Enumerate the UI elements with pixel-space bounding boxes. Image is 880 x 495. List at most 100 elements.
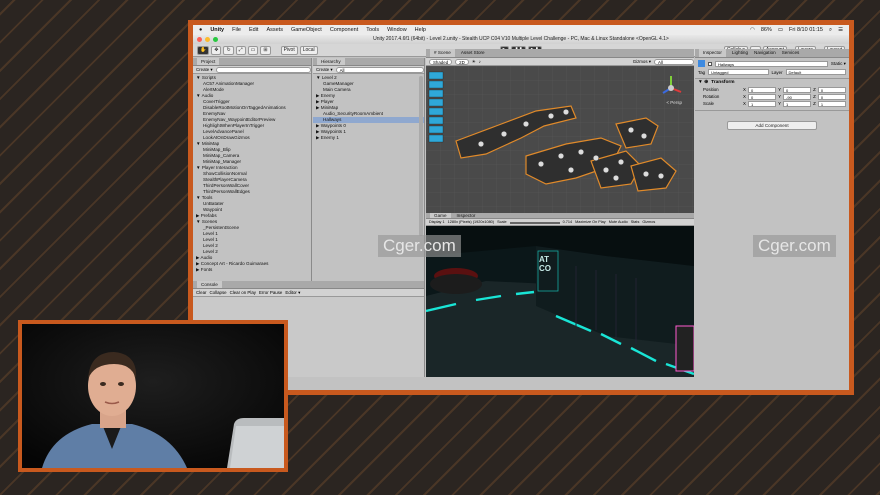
apple-icon[interactable]: ● — [199, 27, 202, 33]
wifi-icon[interactable]: ◠ — [750, 27, 755, 33]
menu-component[interactable]: Component — [330, 27, 358, 33]
transform-fields: Position X 0 Y 0 Z 0 Rotation X 0 Y -90 Z 0 Scale X 1 Y 1 Z… — [695, 86, 849, 107]
tab-scene[interactable]: # Scene — [430, 49, 455, 57]
active-checkbox[interactable] — [708, 61, 712, 66]
rect-tool-button[interactable]: ▭ — [247, 45, 259, 55]
game-render — [426, 226, 694, 377]
hierarchy-item[interactable]: ▶ Enemy 1 — [313, 135, 424, 141]
battery-icon: ▭ — [777, 27, 784, 33]
zoom-window-button[interactable] — [213, 37, 218, 42]
transform-z-field[interactable]: 0 — [817, 86, 846, 93]
scale-value: 0.714 — [562, 220, 573, 224]
tab-lighting[interactable]: Lighting — [732, 49, 748, 57]
console-clear-on-play-button[interactable]: Clear on Play — [230, 289, 256, 296]
2d-toggle[interactable]: 2D — [455, 58, 469, 65]
transform-x-field[interactable]: 1 — [747, 100, 777, 107]
transform-y-field[interactable]: 1 — [783, 100, 812, 107]
layer-dropdown[interactable]: Default — [785, 69, 846, 75]
axis-y-label: Y — [778, 94, 782, 99]
game-gizmos-button[interactable]: Gizmos — [642, 219, 655, 225]
tab-console[interactable]: Console — [197, 281, 222, 288]
mute-audio-button[interactable]: Mute Audio — [609, 219, 628, 225]
transform-row-label: Position — [703, 87, 719, 92]
project-search-input[interactable] — [215, 66, 311, 73]
transform-header[interactable]: ▼ ⊕ Transform — [695, 78, 849, 86]
tab-inspector-lower[interactable]: Inspector — [457, 213, 476, 218]
move-tool-button[interactable]: ✥ — [211, 45, 222, 55]
project-create-button[interactable]: Create ▾ — [196, 66, 213, 73]
console-clear-button[interactable]: Clear — [196, 289, 207, 296]
audio-toggle-icon[interactable]: ♪ — [479, 58, 481, 65]
static-toggle[interactable]: Static ▾ — [831, 61, 846, 67]
transform-tool-button[interactable]: ⊞ — [260, 45, 271, 55]
add-component-button[interactable]: Add Component — [727, 121, 817, 130]
stats-button[interactable]: Stats — [631, 219, 640, 225]
transform-z-field[interactable]: 1 — [817, 100, 846, 107]
axis-z-label: Z — [813, 87, 816, 92]
hierarchy-tab-bar: Hierarchy — [313, 58, 424, 66]
scale-tool-button[interactable]: ⤢ — [235, 45, 246, 55]
tab-hierarchy[interactable]: Hierarchy — [317, 58, 345, 65]
hand-tool-button[interactable]: ✋ — [197, 45, 210, 55]
console-collapse-button[interactable]: Collapse — [210, 289, 227, 296]
transform-y-field[interactable]: 0 — [783, 86, 812, 93]
persp-label[interactable]: < Persp — [666, 100, 682, 105]
console-editor-dropdown[interactable]: Editor ▾ — [285, 289, 300, 296]
resolution-dropdown[interactable]: 1280x (Pixels) (1920x1080) — [448, 219, 494, 225]
close-window-button[interactable] — [197, 37, 202, 42]
maximize-on-play-button[interactable]: Maximize On Play — [575, 219, 606, 225]
pivot-toggle[interactable]: Pivot — [280, 45, 298, 55]
hierarchy-scrollbar[interactable] — [419, 76, 423, 236]
inspector-panel: Inspector Lighting Navigation Services H… — [695, 49, 849, 377]
object-name-field[interactable]: Hallways — [715, 60, 828, 67]
battery-level[interactable]: 86% — [761, 27, 772, 33]
game-sign-line-2: CO — [539, 264, 551, 273]
transform-row-label: Rotation — [703, 94, 720, 99]
project-tree-item[interactable]: ▶ Fonts — [193, 267, 311, 273]
transform-y-field[interactable]: -90 — [783, 93, 812, 100]
tab-navigation[interactable]: Navigation — [754, 49, 776, 57]
display-dropdown[interactable]: Display 1 — [429, 219, 445, 225]
menu-help[interactable]: Help — [415, 27, 426, 33]
webcam-video — [22, 324, 284, 468]
scene-search-input[interactable]: All — [654, 58, 694, 65]
menu-edit[interactable]: Edit — [249, 27, 258, 33]
game-sign-line-1: AT — [539, 255, 550, 264]
menu-file[interactable]: File — [232, 27, 241, 33]
transform-x-field[interactable]: 0 — [747, 93, 777, 100]
clock[interactable]: Fri 8/10 01:15 — [789, 27, 823, 33]
tab-asset-store[interactable]: Asset Store — [461, 49, 485, 57]
tab-services[interactable]: Services — [782, 49, 800, 57]
menu-list-icon[interactable]: ☰ — [838, 27, 843, 33]
hierarchy-search-input[interactable]: All — [335, 66, 424, 73]
menu-window[interactable]: Window — [387, 27, 407, 33]
menu-app-name[interactable]: Unity — [210, 27, 224, 33]
menu-gameobject[interactable]: GameObject — [291, 27, 322, 33]
hierarchy-tree: ▼ Level 2 GameManager Main Camera ▶ Enemy ▶ … — [313, 74, 424, 141]
minimize-window-button[interactable] — [205, 37, 210, 42]
tag-dropdown[interactable]: Untagged — [708, 69, 769, 75]
watermark-left: Cger.com — [378, 235, 461, 257]
search-icon[interactable]: ⌕ — [829, 27, 832, 34]
console-error-pause-button[interactable]: Error Pause — [259, 289, 282, 296]
tab-game[interactable]: Game — [430, 213, 451, 218]
transform-z-field[interactable]: 0 — [817, 93, 846, 100]
axis-x-label: X — [743, 94, 746, 99]
gizmos-dropdown[interactable]: Gizmos ▾ — [633, 58, 651, 65]
menu-tools[interactable]: Tools — [366, 27, 379, 33]
tab-project[interactable]: Project — [197, 58, 220, 65]
scale-label: Scale — [497, 220, 507, 224]
light-toggle-icon[interactable]: ☀ — [472, 58, 476, 65]
rotate-tool-button[interactable]: ↻ — [223, 45, 234, 55]
hierarchy-create-button[interactable]: Create ▾ — [316, 66, 333, 73]
transform-row: Rotation X 0 Y -90 Z 0 — [695, 93, 849, 100]
menu-assets[interactable]: Assets — [266, 27, 283, 33]
shading-dropdown[interactable]: Shaded — [429, 58, 453, 65]
transform-x-field[interactable]: 0 — [747, 86, 777, 93]
scale-slider[interactable] — [509, 221, 560, 224]
tab-inspector[interactable]: Inspector — [699, 49, 726, 57]
local-toggle[interactable]: Local — [299, 45, 318, 55]
game-view[interactable]: Display 1 1280x (Pixels) (1920x1080) Sca… — [426, 219, 694, 377]
scene-view[interactable]: Shaded 2D ☀ ♪ Gizmos ▾ All < Persp — [426, 58, 694, 213]
game-sign: AT CO — [539, 255, 551, 273]
